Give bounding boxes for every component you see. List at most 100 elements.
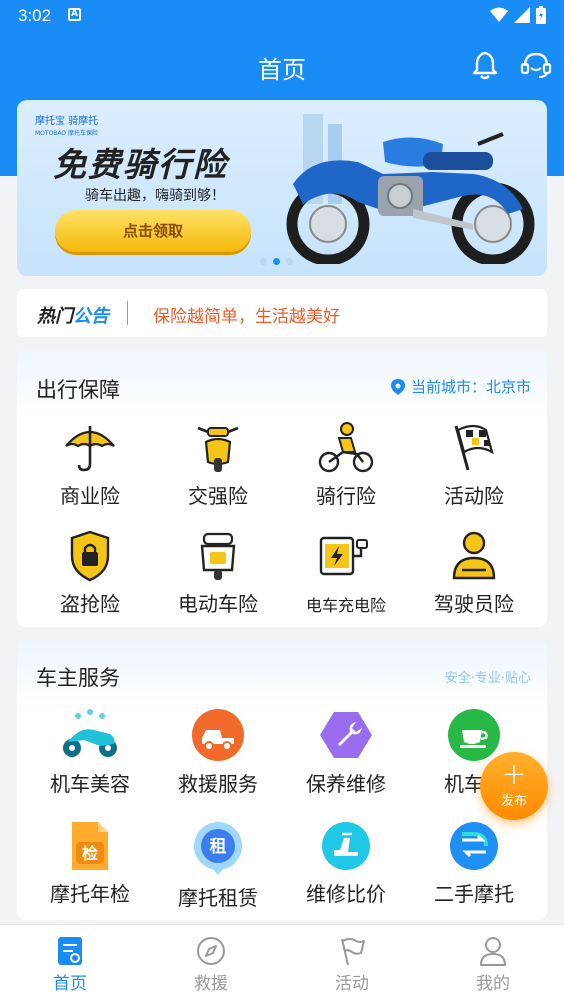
wifi-icon — [490, 7, 508, 22]
owner-section-title: 车主服务 — [36, 666, 120, 690]
insurance-item-ebike[interactable]: 电动车险 — [154, 530, 282, 630]
banner-logo: 摩托宝 骑摩托 MOTOBAO 摩托车保险 — [35, 112, 98, 138]
inspection-badge: 检 — [82, 844, 98, 863]
city-label: 当前城市：北京市 — [410, 378, 531, 396]
insurance-item-activity[interactable]: 活动险 — [410, 422, 538, 522]
item-label: 盗抢险 — [60, 592, 120, 616]
insurance-item-driver[interactable]: 驾驶员险 — [410, 530, 538, 630]
title-bar: 首页 — [0, 40, 564, 90]
item-label: 骑行险 — [316, 484, 376, 508]
scooter-icon — [197, 426, 239, 472]
item-label: 摩托租赁 — [178, 886, 258, 910]
announcement-bar[interactable]: 热门公告 保险越简单，生活越美好 — [17, 289, 547, 337]
tow-truck-icon — [192, 709, 244, 761]
item-label: 电车充电险 — [305, 596, 386, 615]
owner-section-slogan: 安全·专业·贴心 — [444, 671, 531, 686]
inspection-icon: 检 — [72, 822, 108, 870]
tab-label: 首页 — [53, 974, 87, 994]
publish-label: 发布 — [500, 794, 527, 809]
wrench-icon — [320, 712, 372, 758]
tab-label: 我的 — [476, 974, 510, 994]
compare-icon — [322, 822, 370, 870]
signal-icon — [514, 7, 530, 23]
umbrella-icon — [65, 426, 115, 472]
insurance-item-commercial[interactable]: 商业险 — [26, 422, 154, 522]
tab-label: 救援 — [194, 974, 228, 994]
insurance-item-compulsory[interactable]: 交强险 — [154, 422, 282, 522]
coffee-icon — [448, 709, 500, 761]
banner-headline: 免费骑行险 — [53, 145, 228, 184]
insurance-item-riding[interactable]: 骑行险 — [282, 422, 410, 522]
location-pin-icon — [390, 378, 405, 395]
promo-banner[interactable]: 摩托宝 骑摩托 MOTOBAO 摩托车保险 免费骑行险 骑车出趣，嗨骑到够！ 点… — [17, 100, 547, 276]
flag-icon — [454, 424, 494, 471]
plus-icon: + — [501, 757, 527, 792]
service-item-used-moto[interactable]: 二手摩托 — [410, 820, 538, 920]
tab-activity[interactable]: 活动 — [302, 935, 402, 994]
driver-icon — [452, 531, 496, 580]
motorcycle-illustration — [286, 114, 535, 264]
service-item-compare[interactable]: 维修比价 — [282, 820, 410, 920]
owner-services-card: 车主服务 安全·专业·贴心 机车美容 救援服务 保养维修 机车咖 检 摩托年检 … — [17, 640, 547, 920]
tab-home[interactable]: 首页 — [20, 935, 120, 994]
travel-protection-card: 出行保障 当前城市：北京市 商业险 交强险 骑行险 活动险 盗抢险 电动车险 电… — [17, 350, 547, 627]
item-label: 交强险 — [188, 484, 248, 508]
battery-icon — [536, 6, 546, 24]
bottom-tab-bar: 首页 救援 活动 我的 — [0, 924, 564, 1002]
notification-icon: A — [68, 8, 81, 21]
service-item-rental[interactable]: 租 摩托租赁 — [154, 820, 282, 920]
headset-icon[interactable] — [520, 50, 552, 80]
service-item-inspection[interactable]: 检 摩托年检 — [26, 820, 154, 920]
bell-icon[interactable] — [470, 50, 500, 80]
status-bar: 3:02 A — [0, 0, 564, 32]
announcement-text[interactable]: 保险越简单，生活越美好 — [153, 302, 340, 327]
item-label: 机车美容 — [50, 772, 130, 796]
banner-dot-active[interactable] — [273, 258, 280, 265]
tab-rescue[interactable]: 救援 — [161, 935, 261, 994]
service-item-wash[interactable]: 机车美容 — [26, 708, 154, 808]
publish-fab[interactable]: + 发布 — [480, 752, 548, 820]
city-selector[interactable]: 当前城市：北京市 — [390, 376, 531, 397]
rental-badge: 租 — [210, 836, 227, 857]
item-label: 摩托年检 — [50, 882, 130, 906]
banner-logo-sub: MOTOBAO 摩托车保险 — [35, 130, 99, 137]
banner-logo-text: 摩托宝 骑摩托 — [35, 116, 99, 127]
travel-section-title: 出行保障 — [36, 378, 120, 402]
item-label: 活动险 — [444, 484, 504, 508]
insurance-item-charging[interactable]: 电车充电险 — [282, 530, 410, 630]
banner-dot[interactable] — [286, 258, 293, 265]
ebike-icon — [200, 532, 236, 580]
banner-pagination — [260, 258, 293, 265]
announcement-tag-part1: 热门 — [37, 306, 73, 327]
tab-label: 活动 — [335, 974, 369, 994]
item-label: 保养维修 — [306, 772, 386, 796]
announcement-tag-part2: 公告 — [73, 306, 109, 327]
item-label: 电动车险 — [178, 592, 258, 616]
banner-subline: 骑车出趣，嗨骑到够！ — [85, 188, 225, 204]
lock-shield-icon — [70, 530, 110, 582]
announcement-tag: 热门公告 — [37, 302, 109, 328]
profile-icon — [480, 937, 506, 966]
flag-outline-icon — [341, 938, 365, 966]
banner-dot[interactable] — [260, 258, 267, 265]
motorbike-wash-icon — [63, 709, 117, 757]
service-item-rescue[interactable]: 救援服务 — [154, 708, 282, 808]
item-label: 救援服务 — [178, 772, 258, 796]
charging-icon — [319, 536, 368, 576]
item-label: 驾驶员险 — [434, 592, 514, 616]
divider — [127, 301, 128, 325]
status-time: 3:02 — [18, 6, 52, 25]
compass-icon — [197, 937, 225, 965]
service-item-maintenance[interactable]: 保养维修 — [282, 708, 410, 808]
rider-icon — [318, 422, 374, 473]
claim-button[interactable]: 点击领取 — [55, 210, 251, 252]
home-icon — [58, 937, 82, 965]
item-label: 商业险 — [60, 484, 120, 508]
insurance-item-theft[interactable]: 盗抢险 — [26, 530, 154, 630]
exchange-icon — [450, 822, 498, 870]
item-label: 二手摩托 — [434, 882, 514, 906]
rental-icon: 租 — [194, 822, 242, 875]
tab-profile[interactable]: 我的 — [443, 935, 543, 994]
item-label: 维修比价 — [306, 882, 386, 906]
status-icons — [490, 6, 546, 24]
